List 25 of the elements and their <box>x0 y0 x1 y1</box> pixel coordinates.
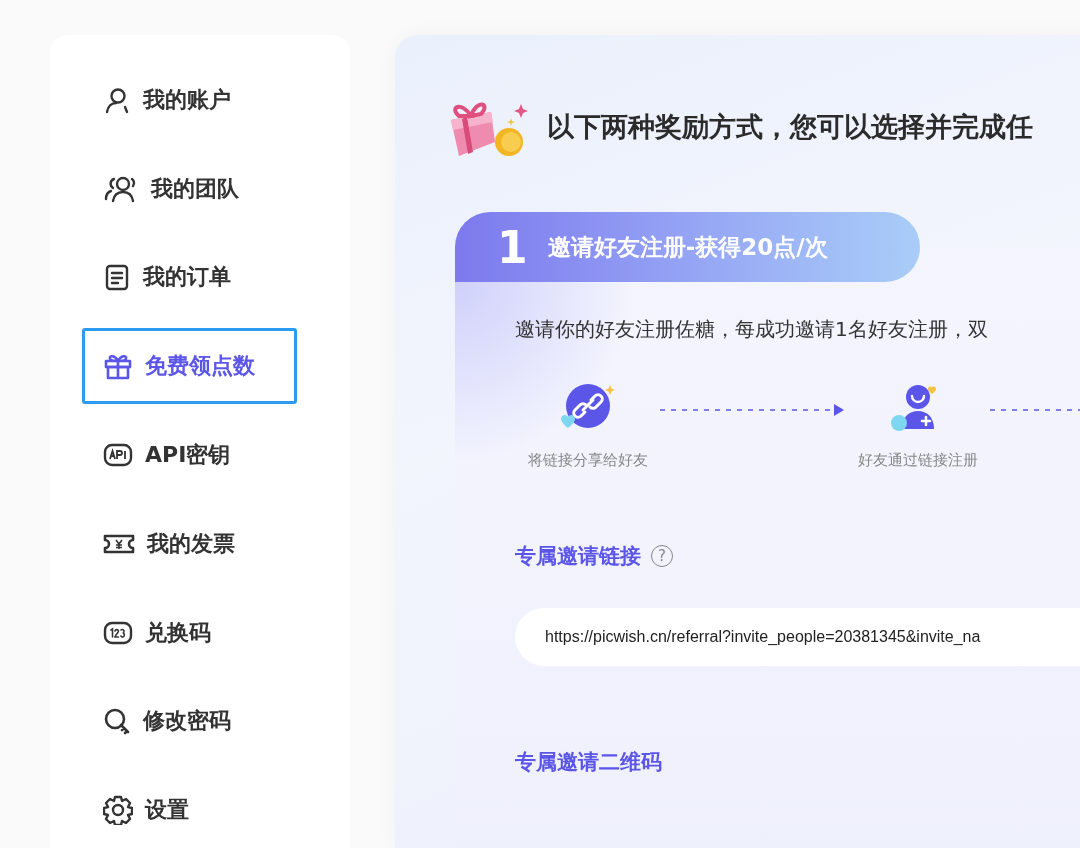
sidebar-item[interactable]: 我的团队 <box>82 150 297 227</box>
sidebar-item[interactable]: 免费领点数 <box>82 328 297 405</box>
sidebar-item[interactable]: 修改密码 <box>82 683 297 760</box>
key-icon <box>103 707 131 736</box>
step-label: 好友通过链接注册 <box>857 451 978 470</box>
person-icon <box>103 85 131 114</box>
step-label: 将链接分享给好友 <box>527 451 648 470</box>
section-heading: 专属邀请链接 <box>515 543 641 570</box>
number-icon <box>103 620 133 645</box>
section-heading: 专属邀请二维码 <box>515 749 663 776</box>
sidebar-item[interactable]: 我的账户 <box>82 62 297 138</box>
sidebar-item[interactable]: 我的订单 <box>82 239 297 316</box>
step-number: 1 <box>497 221 528 273</box>
api-icon <box>103 443 133 467</box>
sidebar-item[interactable]: API密钥 <box>82 417 297 493</box>
document-icon <box>103 263 131 292</box>
ticket-icon <box>103 532 135 555</box>
sidebar-item[interactable]: 兑换码 <box>82 594 297 671</box>
description-text: 邀请你的好友注册佐糖，每成功邀请1名好友注册，双 <box>515 316 989 343</box>
link-field[interactable]: https://picwish.cn/referral?invite_people=20381345&invite_na <box>515 608 1080 666</box>
page-title: 以下两种奖励方式，您可以选择并完成任 <box>547 110 1033 144</box>
card-title: 邀请好友注册-获得20点/次 <box>547 232 828 262</box>
gear-icon <box>103 795 133 826</box>
sidebar-item[interactable]: 我的发票 <box>82 505 297 582</box>
sidebar-item[interactable]: 设置 <box>82 772 297 848</box>
